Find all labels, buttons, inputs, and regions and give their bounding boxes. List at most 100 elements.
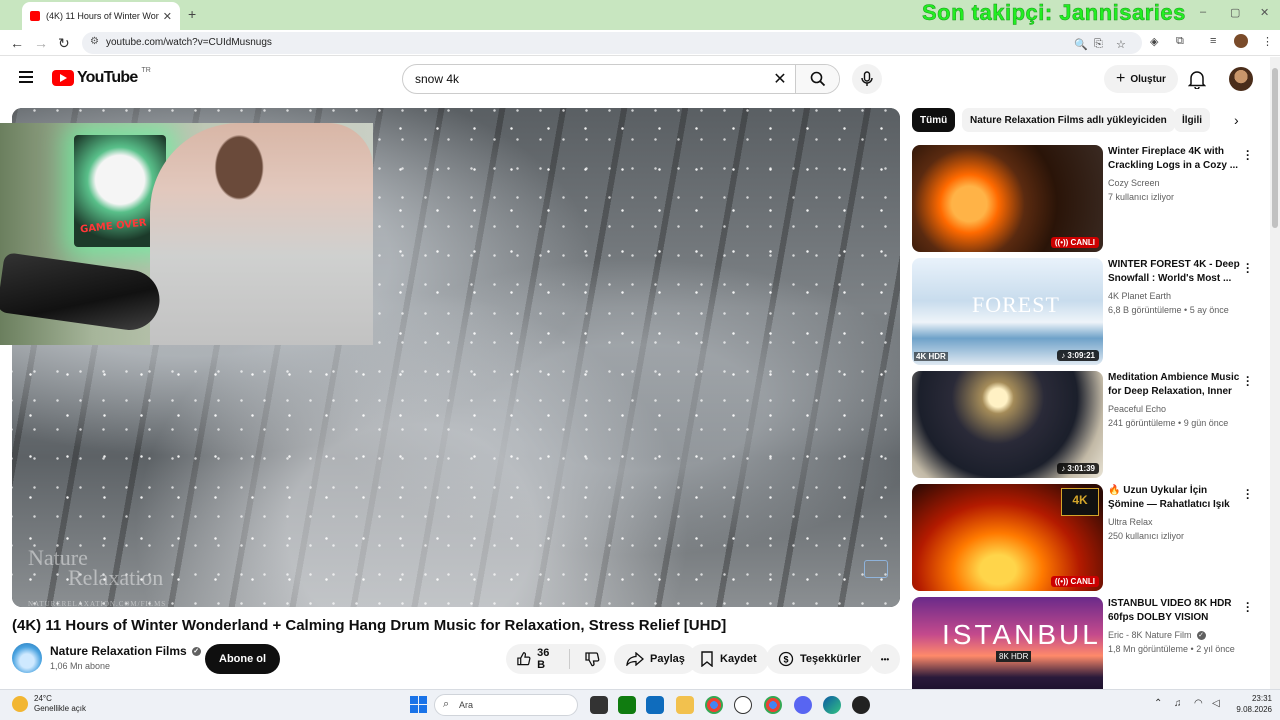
bookmark-star-icon[interactable]: ☆ (1116, 38, 1126, 51)
search-box[interactable]: snow 4k ✕ (402, 64, 840, 94)
channel-name[interactable]: Eric - 8K Nature Film (1108, 630, 1192, 640)
search-icon (810, 71, 825, 87)
notifications-bell-icon[interactable] (1188, 69, 1206, 89)
outlook-icon[interactable] (646, 696, 664, 714)
chrome-profile-icon[interactable] (764, 696, 782, 714)
recommended-video[interactable]: FOREST 4K HDR ♪ 3:09:21 WINTER FOREST 4K… (912, 258, 1262, 366)
thumbs-up-icon (517, 652, 531, 666)
maximize-button[interactable]: ▢ (1230, 6, 1240, 19)
more-options-icon[interactable]: · · · (1246, 484, 1250, 504)
account-avatar[interactable] (1229, 67, 1253, 91)
microphone-prop (0, 252, 164, 334)
chip-related[interactable]: İlgili (1174, 108, 1210, 132)
create-button[interactable]: + Oluştur (1104, 65, 1178, 93)
tab-close-icon[interactable]: ✕ (163, 10, 172, 23)
video-thumbnail[interactable]: ISTANBUL 8K HDR (912, 597, 1103, 689)
channel-avatar[interactable] (12, 643, 42, 673)
recommended-channel[interactable]: Peaceful Echo (1108, 404, 1166, 414)
reload-icon[interactable]: ↻ (58, 35, 70, 52)
install-app-icon[interactable]: ⎘ (1094, 38, 1103, 51)
streamer-webcam-overlay: GAME OVER (0, 123, 373, 345)
dislike-button[interactable] (570, 651, 606, 667)
recommended-title[interactable]: 🔥 Uzun Uykular İçin Şömine — Rahatlatıcı… (1108, 484, 1242, 514)
video-thumbnail[interactable]: ((•)) CANLI (912, 145, 1103, 252)
volume-icon[interactable]: ◁ (1212, 698, 1220, 709)
task-view-icon[interactable] (590, 696, 608, 714)
bookmark-icon (701, 651, 713, 667)
chatgpt-icon[interactable] (734, 696, 752, 714)
thumbnail-text: ISTANBUL (942, 619, 1101, 650)
tray-mic-icon[interactable]: ♫ (1174, 698, 1182, 709)
recommended-title[interactable]: WINTER FOREST 4K - Deep Snowfall : World… (1108, 258, 1242, 286)
chip-all[interactable]: Tümü (912, 108, 956, 132)
recommended-channel[interactable]: Cozy Screen (1108, 178, 1160, 188)
browser-tab[interactable]: (4K) 11 Hours of Winter Wonde ✕ (22, 2, 180, 30)
new-tab-button[interactable]: + (188, 6, 196, 22)
more-options-icon[interactable]: · · · (1246, 145, 1250, 165)
media-control-icon[interactable]: ≡ (1210, 35, 1216, 47)
minimize-button[interactable]: – (1200, 6, 1206, 18)
like-button[interactable]: 36 B (506, 647, 570, 671)
site-info-icon[interactable]: ⚙ (90, 36, 99, 47)
recommended-video[interactable]: ISTANBUL 8K HDR ISTANBUL VIDEO 8K HDR 60… (912, 597, 1262, 689)
url-text: youtube.com/watch?v=CUIdMusnugs (106, 37, 272, 48)
search-input[interactable]: snow 4k (403, 72, 765, 86)
more-options-icon[interactable]: · · · (1246, 258, 1250, 278)
more-actions-button[interactable]: ••• (870, 644, 900, 674)
scrollbar-thumb[interactable] (1272, 68, 1278, 228)
share-button[interactable]: Paylaş (614, 644, 697, 674)
extensions-puzzle-icon[interactable]: ⧉ (1176, 35, 1184, 48)
more-options-icon[interactable]: · · · (1246, 371, 1250, 391)
forward-arrow-icon[interactable]: → (34, 35, 48, 51)
chip-from-uploader[interactable]: Nature Relaxation Films adlı yükleyicide… (962, 108, 1175, 132)
recommended-video[interactable]: ((•)) CANLI Winter Fireplace 4K with Cra… (912, 145, 1262, 253)
discord-icon[interactable] (794, 696, 812, 714)
system-clock[interactable]: 23:31 9.08.2026 (1232, 693, 1272, 715)
super-thanks-icon: $ (778, 651, 794, 667)
recommended-channel[interactable]: Ultra Relax (1108, 517, 1153, 527)
browser-profile-avatar[interactable] (1234, 34, 1248, 48)
weather-widget[interactable]: 24°C Genellikle açık (12, 694, 86, 714)
recommended-channel[interactable]: Eric - 8K Nature Film ✓ (1108, 630, 1206, 640)
windows-start-icon[interactable] (410, 696, 427, 713)
save-button[interactable]: Kaydet (688, 644, 769, 674)
menu-hamburger-icon[interactable] (19, 71, 33, 86)
video-thumbnail[interactable]: FOREST 4K HDR ♪ 3:09:21 (912, 258, 1103, 365)
plus-icon: + (1116, 70, 1126, 87)
wifi-icon[interactable]: ◠ (1194, 698, 1203, 709)
channel-name-row[interactable]: Nature Relaxation Films ✓ (50, 644, 201, 658)
recommended-video[interactable]: 4K ((•)) CANLI 🔥 Uzun Uykular İçin Şömin… (912, 484, 1262, 592)
extension-shield-icon[interactable]: ◈ (1150, 35, 1158, 48)
more-options-icon[interactable]: · · · (1246, 597, 1250, 617)
channel-name[interactable]: Nature Relaxation Films (50, 644, 187, 658)
close-window-button[interactable]: ✕ (1260, 6, 1269, 19)
voice-search-button[interactable] (852, 64, 882, 94)
recommended-video[interactable]: ♪ 3:01:39 Meditation Ambience Music for … (912, 371, 1262, 479)
edge-icon[interactable] (823, 696, 841, 714)
thumbnail-tag: 4K (1061, 488, 1099, 516)
chevron-right-icon[interactable]: › (1234, 112, 1239, 128)
file-explorer-icon[interactable] (676, 696, 694, 714)
search-button[interactable] (795, 65, 839, 93)
taskbar-search[interactable]: ⌕ Ara (434, 694, 578, 716)
clear-search-icon[interactable]: ✕ (765, 69, 795, 89)
tray-chevron-icon[interactable]: ⌃ (1154, 698, 1162, 709)
back-arrow-icon[interactable]: ← (10, 35, 24, 51)
app-icon[interactable] (852, 696, 870, 714)
recommended-channel[interactable]: 4K Planet Earth (1108, 291, 1171, 301)
branding-badge-icon[interactable] (864, 560, 888, 578)
xbox-icon[interactable] (618, 696, 636, 714)
browser-menu-icon[interactable]: ⋮ (1262, 35, 1273, 48)
thanks-button[interactable]: $ Teşekkürler (766, 644, 873, 674)
chrome-icon[interactable] (705, 696, 723, 714)
url-field[interactable]: ⚙ youtube.com/watch?v=CUIdMusnugs 🔍 ⎘ ☆ (82, 32, 1142, 54)
recommended-title[interactable]: Winter Fireplace 4K with Crackling Logs … (1108, 145, 1242, 173)
youtube-logo[interactable]: YouTube TR (52, 67, 151, 87)
recommended-meta: 1,8 Mn görüntüleme • 2 yıl önce (1108, 644, 1235, 654)
video-thumbnail[interactable]: 4K ((•)) CANLI (912, 484, 1103, 591)
recommended-title[interactable]: ISTANBUL VIDEO 8K HDR 60fps DOLBY VISION… (1108, 597, 1242, 627)
video-thumbnail[interactable]: ♪ 3:01:39 (912, 371, 1103, 478)
recommended-title[interactable]: Meditation Ambience Music for Deep Relax… (1108, 371, 1242, 401)
zoom-icon[interactable]: 🔍 (1074, 38, 1088, 51)
subscribe-button[interactable]: Abone ol (205, 644, 281, 674)
